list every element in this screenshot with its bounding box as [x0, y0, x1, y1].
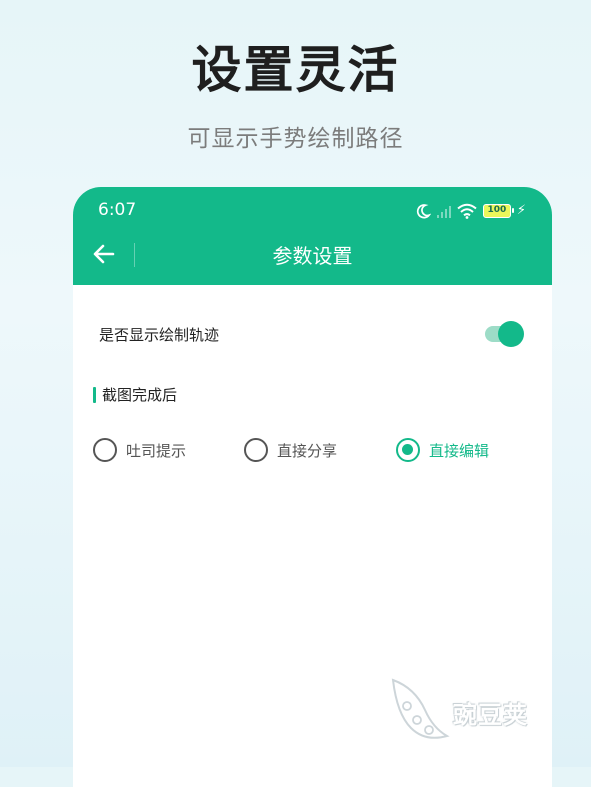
wifi-icon [457, 203, 477, 219]
charging-icon: ⚡ [516, 203, 526, 218]
section-title: 截图完成后 [102, 386, 178, 404]
promo-subtitle: 可显示手势绘制路径 [187, 126, 404, 152]
page-title: 参数设置 [272, 244, 353, 268]
watermark: 豌豆荚 [385, 676, 565, 746]
show-trace-label: 是否显示绘制轨迹 [99, 326, 220, 344]
app-bar: 6:07 100 ⚡ 参数设置 [73, 187, 552, 285]
radio-button[interactable] [396, 438, 420, 462]
radio-button[interactable] [93, 438, 117, 462]
status-icons: 100 ⚡ [415, 200, 526, 222]
status-time: 6:07 [98, 200, 137, 220]
toggle-knob [498, 321, 524, 347]
signal-icon [436, 204, 451, 218]
moon-icon [416, 204, 431, 219]
promo-title: 设置灵活 [191, 41, 400, 99]
radio-label: 直接编辑 [429, 441, 490, 460]
section-accent-bar [93, 387, 96, 403]
radio-button[interactable] [244, 438, 268, 462]
watermark-text: 豌豆荚 [453, 701, 528, 729]
radio-toast[interactable]: 吐司提示 [93, 436, 186, 464]
pea-pod-icon [391, 678, 450, 739]
battery-icon: 100 [482, 204, 514, 218]
radio-edit[interactable]: 直接编辑 [396, 436, 489, 464]
radio-label: 吐司提示 [126, 441, 187, 460]
show-trace-toggle[interactable] [485, 321, 525, 347]
radio-label: 直接分享 [277, 441, 338, 460]
show-trace-row: 是否显示绘制轨迹 [73, 314, 552, 354]
radio-share[interactable]: 直接分享 [244, 436, 337, 464]
